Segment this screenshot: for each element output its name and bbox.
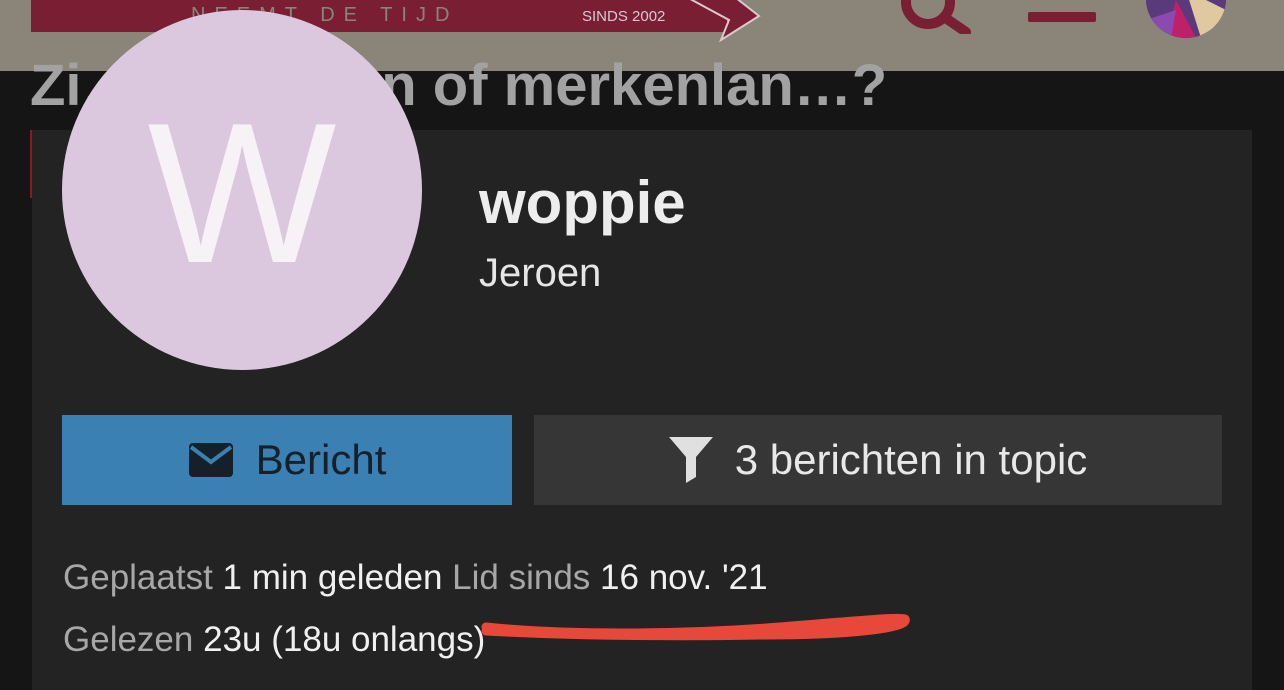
message-button[interactable]: Bericht [62,415,512,505]
filter-topic-label: 3 berichten in topic [734,436,1088,483]
filter-topic-button[interactable]: 3 berichten in topic [534,415,1222,505]
username[interactable]: woppie [479,168,686,237]
search-icon[interactable] [890,0,974,34]
real-name: Jeroen [479,251,602,295]
red-underline-annotation [481,613,910,641]
banner-arrow-icon [689,0,761,43]
member-since-label: Lid sinds [452,558,591,597]
avatar-letter: W [147,82,337,305]
message-button-label: Bericht [255,436,387,483]
banner-since: SINDS 2002 [582,8,666,25]
envelope-icon [188,443,233,477]
posted-label: Geplaatst [63,558,213,597]
read-label: Gelezen [63,620,194,659]
site-banner[interactable]: NEEMT DE TIJD SINDS 2002 [31,0,761,43]
read-meta-row: Gelezen 23u (18u onlangs) [63,620,485,660]
read-value: 23u (18u onlangs) [203,620,486,659]
user-avatar-image [1146,0,1226,38]
posted-value: 1 min geleden [222,558,443,597]
menu-icon[interactable] [1028,12,1096,22]
post-meta-row: Geplaatst 1 min geleden Lid sinds 16 nov… [63,558,768,598]
user-avatar[interactable] [1146,0,1226,38]
profile-avatar[interactable]: W [62,10,422,370]
member-since-value: 16 nov. '21 [600,558,768,597]
filter-icon [668,437,713,483]
